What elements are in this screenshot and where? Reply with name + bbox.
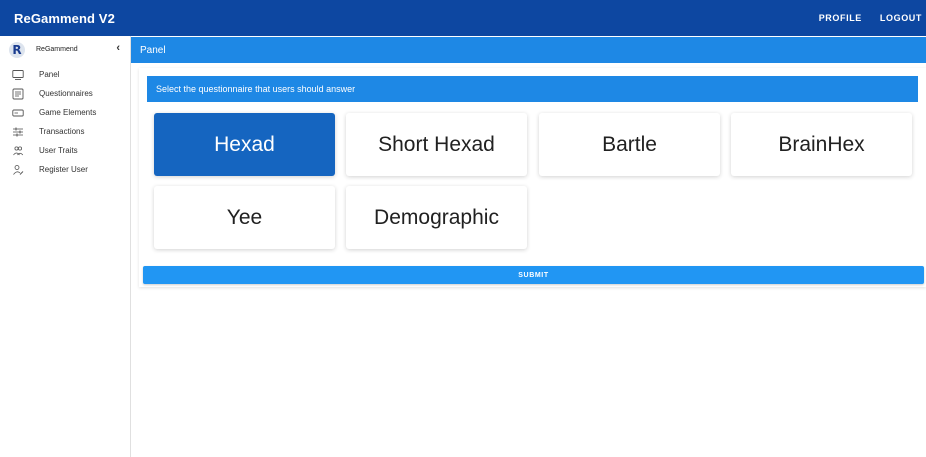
questionnaire-option-label: Yee <box>226 205 263 229</box>
monitor-icon <box>12 69 24 81</box>
chevron-left-icon[interactable]: ‹ <box>116 42 120 54</box>
sidebar-item-user-traits[interactable]: User Traits <box>0 141 130 160</box>
sidebar-item-label: User Traits <box>39 146 78 155</box>
questionnaire-option-bartle[interactable]: Bartle <box>539 113 720 176</box>
questionnaire-option-label: Bartle <box>602 132 657 156</box>
sidebar-item-questionnaires[interactable]: Questionnaires <box>0 84 130 103</box>
sliders-icon <box>12 126 24 138</box>
logout-button[interactable]: LOGOUT <box>880 13 922 23</box>
sidebar-item-panel[interactable]: Panel <box>0 65 130 84</box>
sidebar: R ReGammend ‹ Panel Questionnaires Game … <box>0 36 131 457</box>
app-title: ReGammend V2 <box>14 10 115 26</box>
sidebar-item-label: Panel <box>39 70 60 79</box>
questionnaire-option-short-hexad[interactable]: Short Hexad <box>346 113 527 176</box>
sidebar-item-transactions[interactable]: Transactions <box>0 122 130 141</box>
sidebar-item-label: Register User <box>39 165 88 174</box>
users-icon <box>12 145 24 157</box>
panel-header: Panel <box>131 37 926 63</box>
list-icon <box>12 88 24 100</box>
user-edit-icon <box>12 164 24 176</box>
sidebar-item-label: Game Elements <box>39 108 97 117</box>
questionnaire-option-label: Short Hexad <box>378 132 495 156</box>
questionnaire-option-yee[interactable]: Yee <box>154 186 335 249</box>
nav-list: Panel Questionnaires Game Elements Trans… <box>0 63 130 179</box>
questionnaire-option-demographic[interactable]: Demographic <box>346 186 527 249</box>
sidebar-brand: ReGammend <box>36 46 78 53</box>
sidebar-item-register-user[interactable]: Register User <box>0 160 130 179</box>
app-bar: ReGammend V2 PROFILE LOGOUT <box>0 0 926 36</box>
questionnaire-card: Select the questionnaire that users shou… <box>139 68 926 287</box>
questionnaire-option-label: BrainHex <box>778 132 865 156</box>
page-title: Panel <box>140 44 166 56</box>
instruction-text: Select the questionnaire that users shou… <box>156 84 356 94</box>
top-actions: PROFILE LOGOUT <box>819 0 922 36</box>
questionnaire-option-label: Demographic <box>374 205 499 229</box>
submit-button-label: SUBMIT <box>518 271 549 279</box>
sidebar-header: R ReGammend ‹ <box>0 36 130 63</box>
questionnaire-option-brainhex[interactable]: BrainHex <box>731 113 912 176</box>
questionnaire-option-label: Hexad <box>214 132 275 156</box>
submit-button[interactable]: SUBMIT <box>143 266 924 284</box>
sidebar-item-label: Questionnaires <box>39 89 93 98</box>
sidebar-item-label: Transactions <box>39 127 85 136</box>
card-icon <box>12 107 24 119</box>
profile-button[interactable]: PROFILE <box>819 13 862 23</box>
logo: R <box>9 41 25 58</box>
questionnaire-option-hexad[interactable]: Hexad <box>154 113 335 176</box>
instruction-bar: Select the questionnaire that users shou… <box>147 76 918 102</box>
sidebar-item-game-elements[interactable]: Game Elements <box>0 103 130 122</box>
